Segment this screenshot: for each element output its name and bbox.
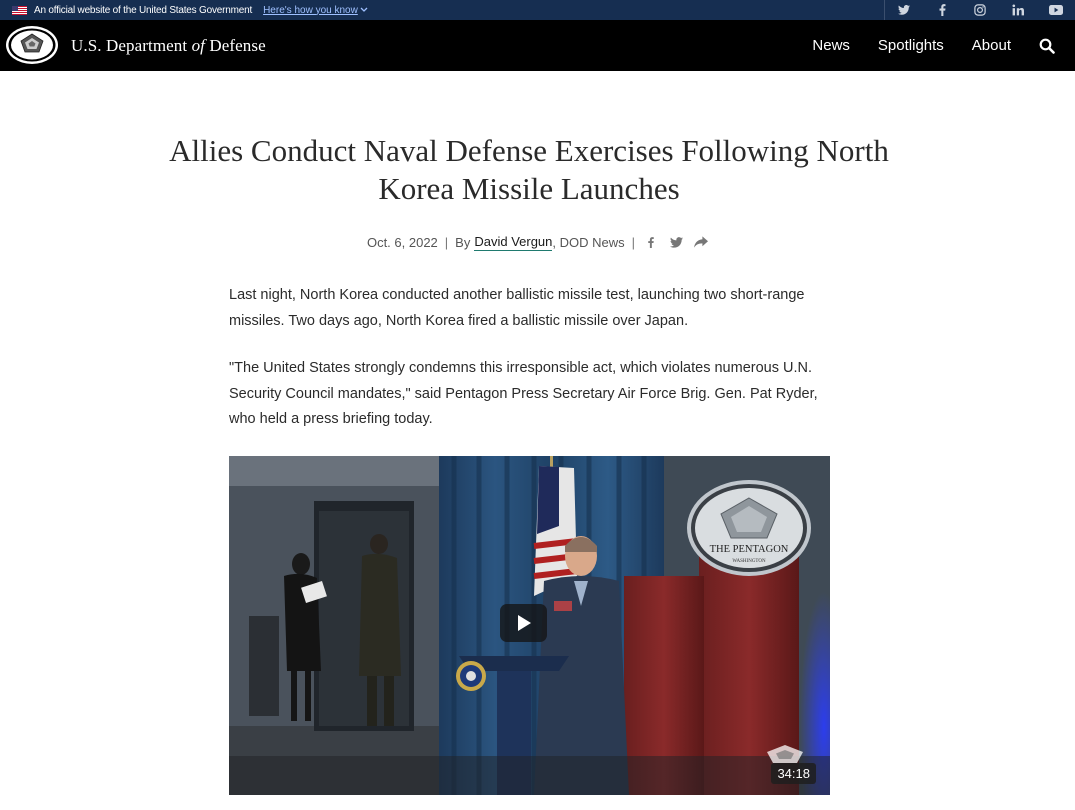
social-links	[884, 0, 1075, 20]
article-meta: Oct. 6, 2022 | By David Vergun , DOD New…	[0, 232, 1075, 252]
nav-spotlights[interactable]: Spotlights	[878, 37, 944, 54]
seal-text: THE PENTAGON	[710, 544, 789, 555]
search-icon[interactable]	[1039, 38, 1055, 54]
main-nav: News Spotlights About	[812, 20, 1075, 71]
share-icons	[644, 235, 709, 249]
chevron-down-icon	[360, 7, 368, 12]
author-link[interactable]: David Vergun	[474, 234, 553, 251]
play-button[interactable]	[500, 604, 547, 642]
how-link-label: Here's how you know	[263, 4, 358, 16]
article-date: Oct. 6, 2022	[366, 234, 438, 250]
share-arrow-icon[interactable]	[694, 235, 709, 249]
linkedin-icon[interactable]	[1011, 3, 1025, 17]
youtube-icon[interactable]	[1049, 3, 1063, 17]
dod-seal-logo[interactable]	[5, 25, 59, 65]
article-title: Allies Conduct Naval Defense Exercises F…	[169, 133, 889, 206]
article-paragraph: Last night, North Korea conducted anothe…	[229, 287, 805, 329]
official-website-text: An official website of the United States…	[34, 4, 253, 16]
twitter-share-icon[interactable]	[669, 235, 683, 249]
facebook-share-icon[interactable]	[644, 235, 658, 249]
heres-how-you-know-link[interactable]: Here's how you know	[263, 5, 368, 16]
facebook-icon[interactable]	[935, 3, 949, 17]
video-player[interactable]: THE PENTAGON WASHINGTON 34:18	[229, 456, 830, 795]
article-source: , DOD News	[552, 234, 625, 250]
site-brand[interactable]: U.S. Department of Defense	[71, 36, 266, 56]
play-icon	[517, 615, 531, 631]
gov-banner: An official website of the United States…	[0, 0, 1075, 20]
pentagon-watermark-icon	[763, 743, 807, 765]
us-flag-icon	[12, 5, 27, 15]
article-paragraph: "The United States strongly condemns thi…	[229, 360, 818, 427]
twitter-icon[interactable]	[897, 3, 911, 17]
instagram-icon[interactable]	[973, 3, 987, 17]
site-header: U.S. Department of Defense News Spotligh…	[0, 20, 1075, 71]
nav-about[interactable]: About	[972, 37, 1011, 54]
brand-suffix: Defense	[205, 36, 266, 55]
video-duration: 34:18	[771, 763, 816, 784]
brand-of: of	[191, 36, 206, 55]
brand-prefix: U.S. Department	[71, 36, 192, 55]
meta-separator: |	[631, 234, 636, 250]
seal-subtext: WASHINGTON	[732, 559, 766, 564]
nav-news[interactable]: News	[812, 37, 850, 54]
meta-separator: |	[444, 234, 449, 250]
byline-by: By	[455, 234, 471, 250]
